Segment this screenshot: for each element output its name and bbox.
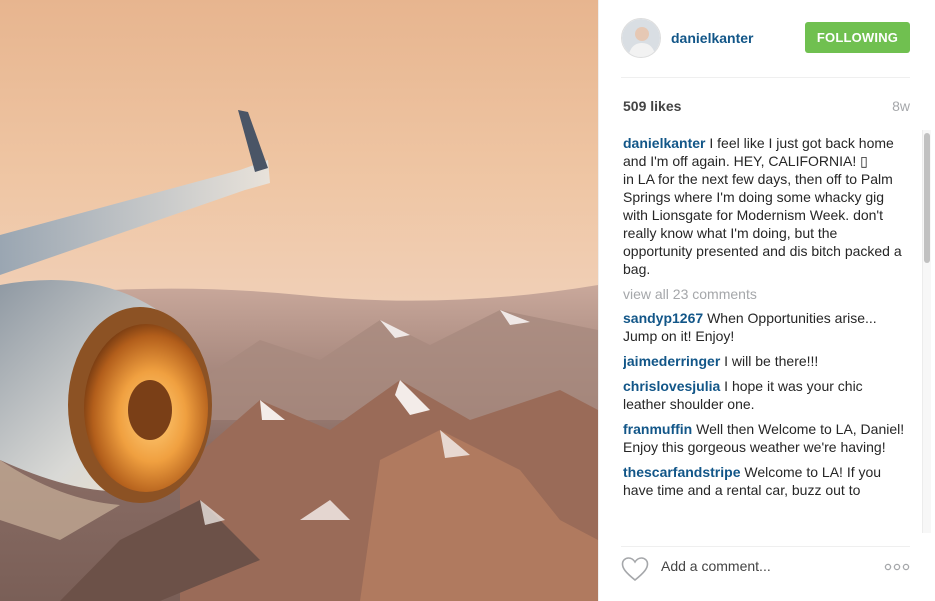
post-age[interactable]: 8w [892, 98, 910, 114]
avatar-image [622, 19, 660, 57]
comment-bar [621, 548, 910, 588]
airplane-wing-photo [0, 0, 598, 601]
header-divider [621, 77, 910, 78]
comments-list[interactable]: danielkanter I feel like I just got back… [623, 134, 905, 534]
comments-scrollbar[interactable] [922, 130, 931, 533]
comment-username[interactable]: franmuffin [623, 421, 692, 437]
add-comment-input[interactable] [661, 556, 881, 576]
scrollbar-thumb[interactable] [924, 133, 930, 263]
comment-text: I will be there!!! [724, 353, 819, 369]
caption-username[interactable]: danielkanter [623, 135, 705, 151]
list-item: franmuffin Well then Welcome to LA, Dani… [623, 420, 905, 456]
list-item: thescarfandstripe Welcome to LA! If you … [623, 463, 905, 499]
post-photo[interactable] [0, 0, 598, 601]
view-all-comments-link[interactable]: view all 23 comments [623, 285, 905, 303]
list-item: chrislovesjulia I hope it was your chic … [623, 377, 905, 413]
comment-username[interactable]: thescarfandstripe [623, 464, 740, 480]
following-button[interactable]: FOLLOWING [805, 22, 910, 53]
comment-username[interactable]: chrislovesjulia [623, 378, 720, 394]
more-options-icon[interactable] [884, 560, 910, 572]
post-author-username[interactable]: danielkanter [671, 30, 753, 46]
list-item: sandyp1267 When Opportunities arise... J… [623, 309, 905, 345]
caption: danielkanter I feel like I just got back… [623, 134, 905, 278]
heart-outline-icon[interactable] [621, 556, 649, 582]
list-item: jaimederringer I will be there!!! [623, 352, 905, 370]
post-modal: danielkanter FOLLOWING 509 likes 8w dani… [0, 0, 935, 601]
post-header: danielkanter FOLLOWING [621, 18, 910, 60]
caption-text-line2: in LA for the next few days, then off to… [623, 171, 902, 277]
post-sidebar: danielkanter FOLLOWING 509 likes 8w dani… [598, 0, 935, 601]
likes-count[interactable]: 509 likes [623, 98, 681, 114]
comment-username[interactable]: jaimederringer [623, 353, 720, 369]
footer-divider [621, 546, 910, 547]
comment-username[interactable]: sandyp1267 [623, 310, 703, 326]
avatar[interactable] [621, 18, 661, 58]
